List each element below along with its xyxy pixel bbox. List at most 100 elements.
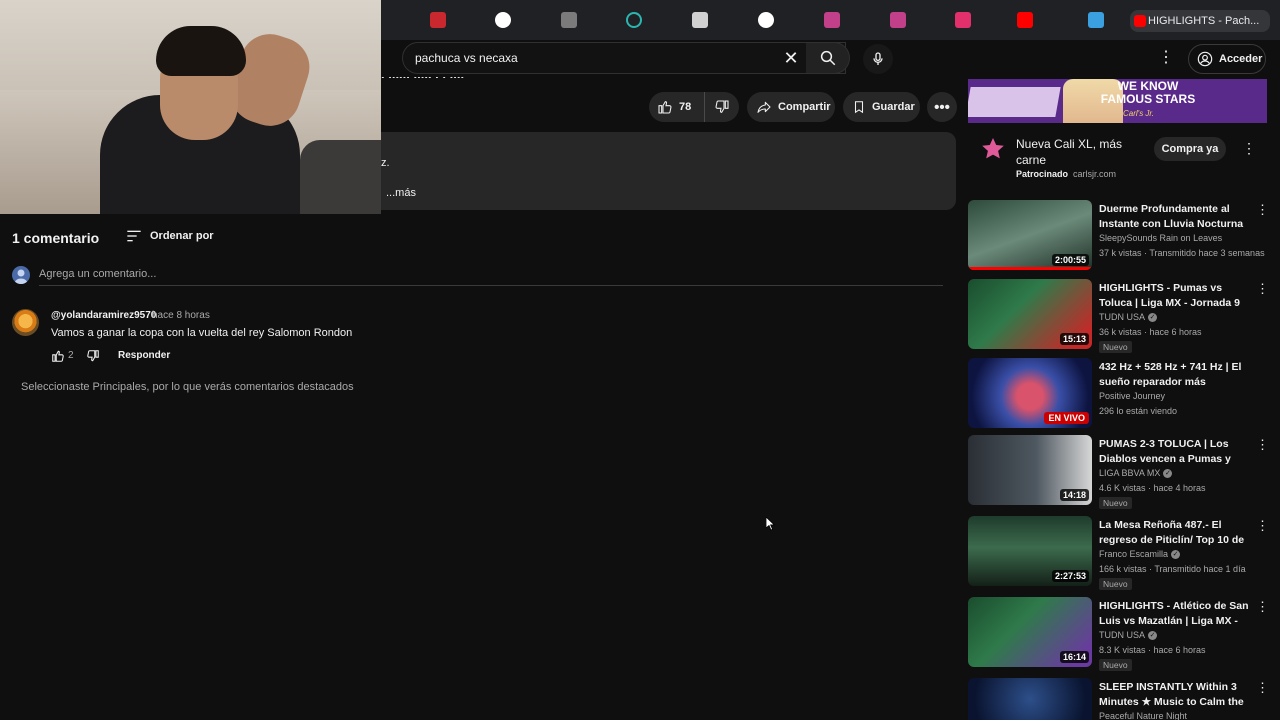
signin-label: Acceder — [1219, 53, 1263, 65]
account-icon — [1197, 51, 1213, 67]
video-menu-icon[interactable]: ⋮ — [1256, 202, 1269, 218]
comment-like-icon[interactable] — [51, 349, 65, 363]
instagram-favicon-icon[interactable] — [955, 12, 971, 28]
video-meta: 296 lo están viendo — [1099, 406, 1178, 416]
video-menu-icon[interactable]: ⋮ — [1256, 281, 1269, 297]
channel-name[interactable]: TUDN USA ✓ — [1099, 630, 1158, 641]
channel-name[interactable]: Franco Escamilla ✓ — [1099, 549, 1181, 560]
commenter-avatar[interactable] — [12, 309, 39, 336]
video-meta: 8.3 K vistas · hace 6 horas — [1099, 645, 1206, 655]
video-title[interactable]: 432 Hz + 528 Hz + 741 Hz | El sueño repa… — [1099, 360, 1249, 390]
recommended-video[interactable]: 14:18 PUMAS 2-3 TOLUCA | Los Diablos ven… — [968, 435, 1274, 509]
video-title[interactable]: HIGHLIGHTS - Atlético de San Luis vs Maz… — [1099, 599, 1249, 629]
clear-search-icon[interactable]: ✕ — [781, 48, 801, 68]
channel-name[interactable]: LIGA BBVA MX ✓ — [1099, 468, 1173, 479]
like-count: 78 — [679, 101, 692, 113]
channel-name-text: Franco Escamilla — [1099, 549, 1169, 559]
gmail-favicon-icon[interactable] — [824, 12, 840, 28]
add-comment-input[interactable]: Agrega un comentario... — [39, 268, 943, 286]
ad-sponsored-label: Patrocinado — [1016, 169, 1069, 179]
user-avatar — [12, 266, 30, 284]
more-actions-button[interactable]: ••• — [927, 92, 957, 122]
channel-name-text: TUDN USA — [1099, 312, 1146, 322]
comment-author[interactable]: @yolandaramirez9570 — [51, 310, 156, 321]
comment-reply-button[interactable]: Responder — [118, 350, 170, 361]
video-menu-icon[interactable]: ⋮ — [1256, 437, 1269, 453]
like-dislike-group: 78 — [649, 92, 739, 122]
description-more-link[interactable]: ...más — [386, 187, 416, 199]
verified-icon: ✓ — [1148, 631, 1158, 641]
ad-title[interactable]: Nueva Cali XL, más carne — [1016, 136, 1146, 168]
settings-menu-icon[interactable]: ⋮ — [1158, 48, 1174, 68]
video-meta: 4.6 K vistas · hace 4 horas — [1099, 483, 1206, 493]
comment-time[interactable]: hace 8 horas — [152, 310, 210, 321]
search-button[interactable] — [806, 42, 850, 74]
video-title[interactable]: HIGHLIGHTS - Pumas vs Toluca | Liga MX -… — [1099, 281, 1249, 311]
signin-button[interactable]: Acceder — [1188, 44, 1266, 74]
video-thumbnail[interactable]: EN VIVO — [968, 358, 1092, 428]
channel-name[interactable]: TUDN USA ✓ — [1099, 312, 1158, 323]
save-button[interactable]: Guardar — [843, 92, 920, 122]
active-tab-title: HIGHLIGHTS - Pach... — [1148, 15, 1260, 27]
video-title[interactable]: Duerme Profundamente al Instante con Llu… — [1099, 202, 1249, 232]
chatgpt-favicon-icon[interactable] — [758, 12, 774, 28]
microphone-icon — [873, 52, 883, 65]
sort-label: Ordenar por — [150, 230, 214, 242]
video-duration: 16:14 — [1059, 651, 1089, 663]
ad-domain: carlsjr.com — [1073, 169, 1117, 179]
webcam-shadow — [300, 140, 381, 214]
recommended-video[interactable]: 2:00:55 Duerme Profundamente al Instante… — [968, 200, 1274, 274]
ad-banner-brand: Carl's Jr. — [1123, 109, 1155, 118]
tab-favicon-icon[interactable] — [692, 12, 708, 28]
active-tab[interactable]: HIGHLIGHTS - Pach... — [1130, 10, 1270, 32]
video-title[interactable]: PUMAS 2-3 TOLUCA | Los Diablos vencen a … — [1099, 437, 1249, 467]
youtube-favicon-icon[interactable] — [1017, 12, 1033, 28]
tab-favicon-icon[interactable] — [1088, 12, 1104, 28]
video-thumbnail[interactable]: 2:00:55 — [968, 200, 1092, 270]
recommended-video[interactable]: 16:14 HIGHLIGHTS - Atlético de San Luis … — [968, 597, 1274, 671]
share-button[interactable]: Compartir — [747, 92, 835, 122]
verified-icon: ✓ — [1171, 550, 1181, 560]
video-meta: 36 k vistas · hace 6 horas — [1099, 327, 1202, 337]
video-thumbnail[interactable]: 14:18 — [968, 435, 1092, 505]
video-title[interactable]: SLEEP INSTANTLY Within 3 Minutes ★ Music… — [1099, 680, 1249, 710]
new-badge: Nuevo — [1099, 659, 1132, 671]
recommended-video[interactable]: EN VIVO 432 Hz + 528 Hz + 741 Hz | El su… — [968, 358, 1274, 432]
channel-name[interactable]: Positive Journey — [1099, 391, 1165, 401]
recommended-video[interactable]: SLEEP INSTANTLY Within 3 Minutes ★ Music… — [968, 678, 1274, 720]
video-menu-icon[interactable]: ⋮ — [1256, 518, 1269, 534]
video-menu-icon[interactable]: ⋮ — [1256, 680, 1269, 696]
ad-cta-button[interactable]: Compra ya — [1154, 137, 1226, 161]
tab-favicon-icon[interactable] — [561, 12, 577, 28]
sort-comments-button[interactable]: Ordenar por — [126, 229, 214, 243]
comment-text: Vamos a ganar la copa con la vuelta del … — [51, 327, 353, 339]
video-thumbnail[interactable] — [968, 678, 1092, 720]
video-title[interactable]: La Mesa Reñoña 487.- El regreso de Pitic… — [1099, 518, 1249, 548]
voice-search-button[interactable] — [863, 44, 893, 74]
video-title: . ...... ..... . . .... — [381, 67, 465, 78]
gmail-favicon-icon[interactable] — [890, 12, 906, 28]
channel-name[interactable]: Peaceful Nature Night — [1099, 711, 1187, 720]
channel-name-text: LIGA BBVA MX — [1099, 468, 1161, 478]
channel-name[interactable]: SleepySounds Rain on Leaves — [1099, 233, 1222, 243]
ad-menu-icon[interactable]: ⋮ — [1242, 140, 1256, 158]
dislike-button[interactable] — [705, 92, 739, 122]
account-icon — [14, 269, 28, 284]
google-favicon-icon[interactable] — [495, 12, 511, 28]
comment-dislike-icon[interactable] — [86, 349, 100, 363]
recommended-video[interactable]: 15:13 HIGHLIGHTS - Pumas vs Toluca | Lig… — [968, 279, 1274, 353]
description-box[interactable]: z. ...más — [381, 132, 956, 210]
recommended-video[interactable]: 2:27:53 La Mesa Reñoña 487.- El regreso … — [968, 516, 1274, 590]
video-thumbnail[interactable]: 15:13 — [968, 279, 1092, 349]
video-menu-icon[interactable]: ⋮ — [1256, 599, 1269, 615]
video-thumbnail[interactable]: 2:27:53 — [968, 516, 1092, 586]
watch-progress-bar — [968, 267, 1092, 270]
tab-favicon-icon[interactable] — [626, 12, 642, 28]
ad-banner-art — [968, 87, 1061, 117]
video-thumbnail[interactable]: 16:14 — [968, 597, 1092, 667]
ad-banner-slogan: WE KNOW FAMOUS STARS — [1100, 79, 1196, 106]
video-meta: 37 k vistas · Transmitido hace 3 semanas — [1099, 248, 1265, 258]
tab-favicon-icon[interactable] — [430, 12, 446, 28]
like-button[interactable]: 78 — [649, 92, 705, 122]
new-badge: Nuevo — [1099, 578, 1132, 590]
